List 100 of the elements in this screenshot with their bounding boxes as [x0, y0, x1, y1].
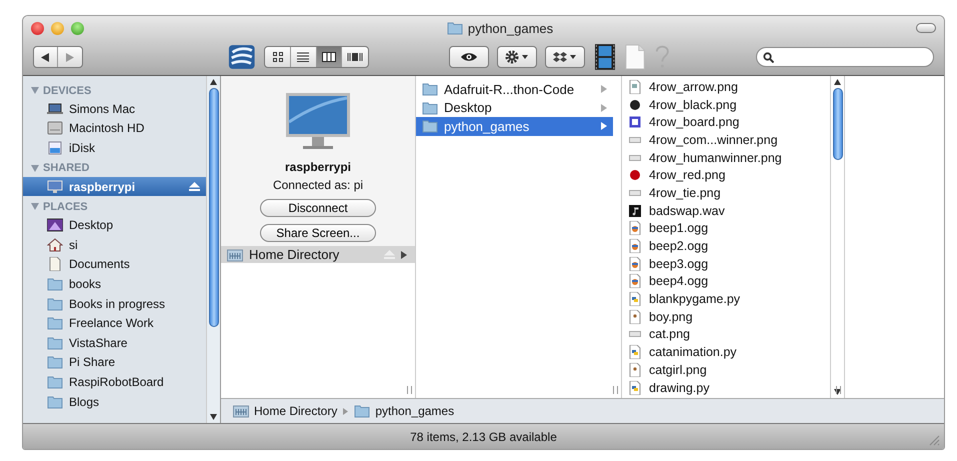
scroll-up-arrow-icon[interactable]: [210, 79, 217, 85]
scroll-bar[interactable]: [830, 76, 844, 398]
app-icon[interactable]: [228, 43, 256, 71]
sidebar-item[interactable]: si: [23, 234, 206, 255]
file-row[interactable]: blankpygame.py: [628, 290, 830, 308]
sidebar-item[interactable]: VistaShare: [23, 332, 206, 353]
file-row[interactable]: 4row_com...winner.png: [628, 131, 830, 149]
eye-icon: [460, 52, 477, 62]
scroll-up-arrow-icon[interactable]: [834, 79, 841, 85]
sidebar-item[interactable]: iDisk: [23, 138, 206, 158]
sidebar-item[interactable]: books: [23, 274, 206, 294]
toolbar-toggle-button[interactable]: [916, 23, 936, 33]
hard-drive-icon: [47, 121, 63, 136]
cover-flow-icon: [347, 52, 364, 62]
path-crumb[interactable]: Home Directory: [233, 404, 338, 418]
path-crumb[interactable]: python_games: [354, 404, 454, 418]
search-field[interactable]: [756, 47, 934, 67]
file-row[interactable]: beep4.ogg: [628, 272, 830, 290]
audio-file-icon: [629, 221, 641, 236]
file-row[interactable]: catanimation.py: [628, 343, 830, 361]
desktop-picture-icon: [47, 218, 63, 232]
sidebar-item[interactable]: Simons Mac: [23, 99, 206, 119]
back-arrow-icon: [41, 52, 50, 62]
monitor-icon: [47, 180, 63, 194]
python-file-icon: [629, 292, 641, 306]
view-mode-button[interactable]: [316, 47, 342, 67]
caret-icon: [570, 55, 576, 59]
scroll-thumb[interactable]: [832, 88, 842, 160]
dot-icon: [629, 169, 641, 182]
folder-row[interactable]: python_games: [416, 117, 613, 136]
file-row[interactable]: catgirl.png: [628, 361, 830, 379]
file-row[interactable]: drawing.py: [628, 378, 830, 396]
column-resize-handle[interactable]: [407, 386, 412, 394]
file-row[interactable]: beep1.ogg: [628, 220, 830, 238]
sidebar-item[interactable]: Books in progress: [23, 294, 206, 314]
server-action-button[interactable]: Disconnect: [260, 199, 376, 217]
scroll-bar[interactable]: [206, 76, 220, 423]
status-text: 78 items, 2.13 GB available: [410, 430, 557, 444]
file-row[interactable]: 4row_humanwinner.png: [628, 148, 830, 166]
folder-icon: [47, 394, 63, 409]
sidebar-item[interactable]: Pi Share: [23, 352, 206, 372]
sidebar-item[interactable]: raspberrypi: [23, 176, 206, 196]
file-row[interactable]: beep2.ogg: [628, 237, 830, 255]
server-name: raspberrypi: [284, 160, 352, 174]
share-row[interactable]: Home Directory: [221, 246, 415, 263]
computer-monitor-icon: [285, 92, 351, 152]
file-row[interactable]: cat.png: [628, 326, 830, 344]
folder-row[interactable]: Desktop: [416, 98, 613, 117]
music-file-icon: [629, 204, 641, 217]
dropbox-menu-button[interactable]: [544, 46, 585, 68]
film-strip-icon[interactable]: [594, 43, 616, 71]
file-row[interactable]: boy.png: [628, 308, 830, 326]
file-row[interactable]: badswap.wav: [628, 202, 830, 220]
house-icon: [47, 238, 63, 252]
sidebar-item[interactable]: Macintosh HD: [23, 118, 206, 138]
file-row[interactable]: beep3.ogg: [628, 254, 830, 273]
image-file-icon: [629, 310, 641, 324]
file-row[interactable]: 4row_arrow.png: [628, 78, 830, 96]
sidebar-item[interactable]: Freelance Work: [23, 313, 206, 333]
file-row[interactable]: 4row_tie.png: [628, 184, 830, 202]
sidebar-item[interactable]: Desktop: [23, 215, 206, 235]
python-file-icon: [629, 380, 641, 395]
folder-icon: [47, 296, 63, 311]
column-view-icon: [322, 52, 336, 62]
folder-icon: [422, 82, 438, 96]
network-share-icon: [227, 248, 243, 262]
disclosure-arrow-icon: [401, 250, 407, 258]
folder-row[interactable]: Adafruit-R...thon-Code: [416, 80, 613, 98]
path-separator-icon: [343, 408, 348, 414]
image-file-icon: [629, 362, 641, 377]
server-action-button[interactable]: Share Screen...: [260, 224, 376, 242]
folder-icon: [47, 316, 63, 330]
square-icon: [629, 116, 641, 128]
scroll-down-arrow-icon[interactable]: [834, 389, 841, 395]
file-row[interactable]: 4row_red.png: [628, 166, 830, 184]
close-button[interactable]: [31, 22, 44, 34]
network-share-icon: [233, 404, 249, 418]
column-resize-handle[interactable]: [613, 386, 618, 394]
audio-file-icon: [629, 239, 641, 254]
scroll-down-arrow-icon[interactable]: [210, 414, 217, 420]
sidebar-item[interactable]: Blogs: [23, 392, 206, 412]
action-menu-button[interactable]: [496, 46, 537, 68]
laptop-icon: [47, 102, 63, 116]
folder-icon: [47, 374, 63, 389]
file-row[interactable]: 4row_board.png: [628, 113, 830, 132]
sidebar-item[interactable]: RaspiRobotBoard: [23, 372, 206, 392]
sidebar-item[interactable]: Documents: [23, 254, 206, 274]
folder-icon: [47, 336, 63, 350]
column-resize-handle[interactable]: [836, 386, 841, 394]
resize-grip-icon[interactable]: [929, 435, 940, 446]
folder-icon: [446, 21, 463, 35]
image-thumbnail-icon: [629, 154, 641, 161]
scroll-thumb[interactable]: [208, 88, 218, 328]
python-file-icon: [629, 345, 641, 360]
file-row[interactable]: 4row_black.png: [628, 96, 830, 114]
search-icon: [763, 52, 774, 62]
quick-look-button[interactable]: [448, 46, 489, 68]
list-view-icon: [297, 52, 310, 62]
folder-icon: [47, 276, 63, 291]
eject-icon[interactable]: [189, 182, 200, 192]
